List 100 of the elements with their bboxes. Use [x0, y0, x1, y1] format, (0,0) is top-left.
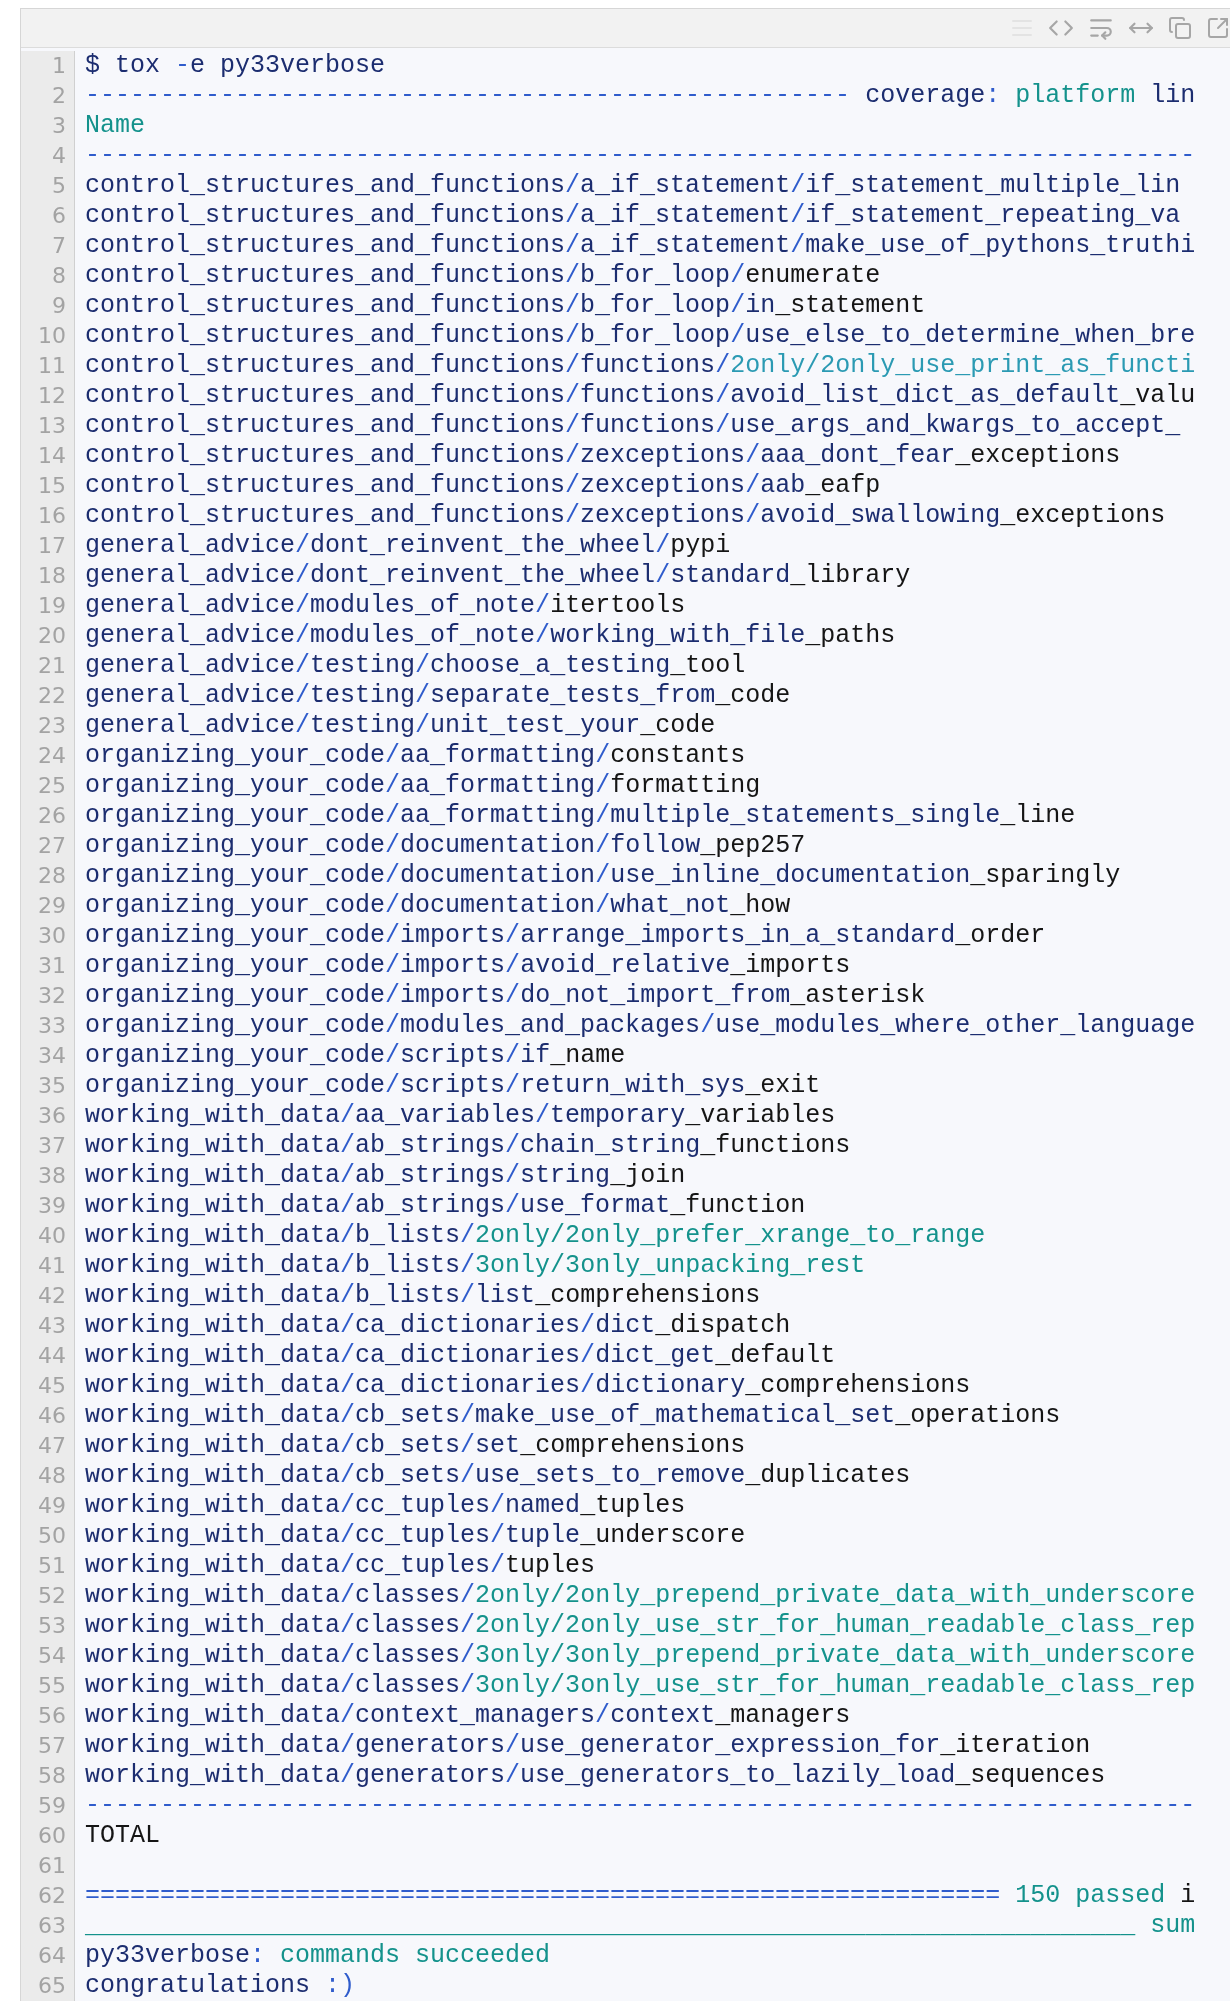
code-line: control_structures_and_functions/zexceptions/aab_eafp [85, 471, 882, 501]
code-line: control_structures_and_functions/zexceptions/aaa_dont_fear_exceptions [85, 441, 1122, 471]
line-number: 5 [52, 172, 66, 200]
line-number: 2 [52, 82, 66, 110]
code-line: working_with_data/classes/2only/2only_use_str_for_human_readable_class_rep [85, 1611, 1196, 1641]
code-line: congratulations :) [85, 1971, 357, 2001]
code-line: control_structures_and_functions/a_if_statement/if_statement_repeating_va [85, 201, 1182, 231]
line-number: 29 [38, 892, 66, 920]
code-line: working_with_data/b_lists/list_comprehensions [85, 1281, 762, 1311]
code-line: working_with_data/b_lists/3only/3only_unpacking_rest [85, 1251, 867, 1281]
line-number: 7 [52, 232, 66, 260]
code-line: control_structures_and_functions/b_for_loop/use_else_to_determine_when_bre [85, 321, 1196, 351]
code-line: $ tox -e py33verbose [85, 51, 387, 81]
code-line: control_structures_and_functions/b_for_loop/in_statement [85, 291, 927, 321]
line-number: 28 [38, 862, 66, 890]
code-line: organizing_your_code/documentation/follow_pep257 [85, 831, 807, 861]
line-number: 56 [38, 1702, 66, 1730]
code-line: control_structures_and_functions/a_if_statement/make_use_of_pythons_truthi [85, 231, 1196, 261]
line-number: 23 [38, 712, 66, 740]
code-line: working_with_data/aa_variables/temporary_variables [85, 1101, 837, 1131]
code-line: Name [85, 111, 146, 141]
line-number: 21 [38, 652, 66, 680]
code-line: control_structures_and_functions/functions/avoid_list_dict_as_default_valu [85, 381, 1196, 411]
line-number: 27 [38, 832, 66, 860]
line-number: 62 [38, 1882, 66, 1910]
line-number: 31 [38, 952, 66, 980]
line-number: 34 [38, 1042, 66, 1070]
line-number: 25 [38, 772, 66, 800]
line-number: 33 [38, 1012, 66, 1040]
code-line: -------------------------------------------------------------------------- [85, 1791, 1196, 1821]
line-number: 40 [38, 1222, 66, 1250]
code-line: working_with_data/cb_sets/set_comprehensions [85, 1431, 747, 1461]
code-line: organizing_your_code/scripts/if_name [85, 1041, 627, 1071]
line-number: 18 [38, 562, 66, 590]
line-number: 51 [38, 1552, 66, 1580]
line-number: 41 [38, 1252, 66, 1280]
line-number: 39 [38, 1192, 66, 1220]
line-number: 58 [38, 1762, 66, 1790]
line-number: 43 [38, 1312, 66, 1340]
code-line: general_advice/testing/separate_tests_from_code [85, 681, 792, 711]
code-line: --------------------------------------------------- coverage: platform lin [85, 81, 1196, 111]
line-number: 8 [52, 262, 66, 290]
line-number: 53 [38, 1612, 66, 1640]
code-line: working_with_data/classes/2only/2only_prepend_private_data_with_underscore [85, 1581, 1196, 1611]
code-line: working_with_data/ca_dictionaries/dictionary_comprehensions [85, 1371, 972, 1401]
line-number: 13 [38, 412, 66, 440]
line-number: 35 [38, 1072, 66, 1100]
code-line: organizing_your_code/modules_and_packages/use_modules_where_other_language [85, 1011, 1196, 1041]
code-line: organizing_your_code/documentation/use_inline_documentation_sparingly [85, 861, 1122, 891]
line-number: 10 [38, 322, 66, 350]
code-line: general_advice/testing/choose_a_testing_tool [85, 651, 747, 681]
line-number: 42 [38, 1282, 66, 1310]
line-number: 11 [38, 352, 66, 380]
line-number: 49 [38, 1492, 66, 1520]
code-line: TOTAL [85, 1821, 161, 1851]
code-line: ============================================================= 150 passed i [85, 1881, 1196, 1911]
code-line: working_with_data/ab_strings/use_format_function [85, 1191, 807, 1221]
line-number: 52 [38, 1582, 66, 1610]
line-number: 48 [38, 1462, 66, 1490]
line-number: 65 [38, 1972, 66, 2000]
line-number: 30 [38, 922, 66, 950]
line-number: 6 [52, 202, 66, 230]
code-line: control_structures_and_functions/functions/2only/2only_use_print_as_functi [85, 351, 1196, 381]
line-number: 22 [38, 682, 66, 710]
code-line: control_structures_and_functions/a_if_statement/if_statement_multiple_lin [85, 171, 1182, 201]
line-number: 60 [38, 1822, 66, 1850]
code-line: working_with_data/ca_dictionaries/dict_dispatch [85, 1311, 792, 1341]
code-line: ______________________________________________________________________ sum [85, 1911, 1196, 1941]
line-number: 57 [38, 1732, 66, 1760]
code-line: working_with_data/context_managers/context_managers [85, 1701, 852, 1731]
line-number: 17 [38, 532, 66, 560]
line-number: 38 [38, 1162, 66, 1190]
code-line: organizing_your_code/imports/avoid_relative_imports [85, 951, 852, 981]
code-line: general_advice/dont_reinvent_the_wheel/standard_library [85, 561, 912, 591]
line-number: 32 [38, 982, 66, 1010]
line-number: 14 [38, 442, 66, 470]
code-line: organizing_your_code/aa_formatting/constants [85, 741, 747, 771]
code-line: working_with_data/classes/3only/3only_prepend_private_data_with_underscore [85, 1641, 1196, 1671]
line-number: 24 [38, 742, 66, 770]
line-number: 4 [52, 142, 66, 170]
line-number: 64 [38, 1942, 66, 1970]
line-number: 15 [38, 472, 66, 500]
code-line: working_with_data/classes/3only/3only_use_str_for_human_readable_class_rep [85, 1671, 1196, 1701]
code-line: working_with_data/ca_dictionaries/dict_get_default [85, 1341, 837, 1371]
code-line: general_advice/modules_of_note/working_with_file_paths [85, 621, 897, 651]
line-number: 55 [38, 1672, 66, 1700]
line-number: 12 [38, 382, 66, 410]
line-number: 46 [38, 1402, 66, 1430]
code-line: organizing_your_code/documentation/what_not_how [85, 891, 792, 921]
popout-icon[interactable] [1206, 16, 1230, 40]
code-line: working_with_data/ab_strings/chain_string_functions [85, 1131, 852, 1161]
code-line: organizing_your_code/aa_formatting/formatting [85, 771, 762, 801]
line-number: 16 [38, 502, 66, 530]
code-line: general_advice/dont_reinvent_the_wheel/pypi [85, 531, 732, 561]
copy-icon[interactable] [1168, 16, 1192, 40]
line-number: 47 [38, 1432, 66, 1460]
line-number: 59 [38, 1792, 66, 1820]
code-line: py33verbose: commands succeeded [85, 1941, 552, 1971]
line-number: 63 [38, 1912, 66, 1940]
code-line: general_advice/modules_of_note/itertools [85, 591, 687, 621]
